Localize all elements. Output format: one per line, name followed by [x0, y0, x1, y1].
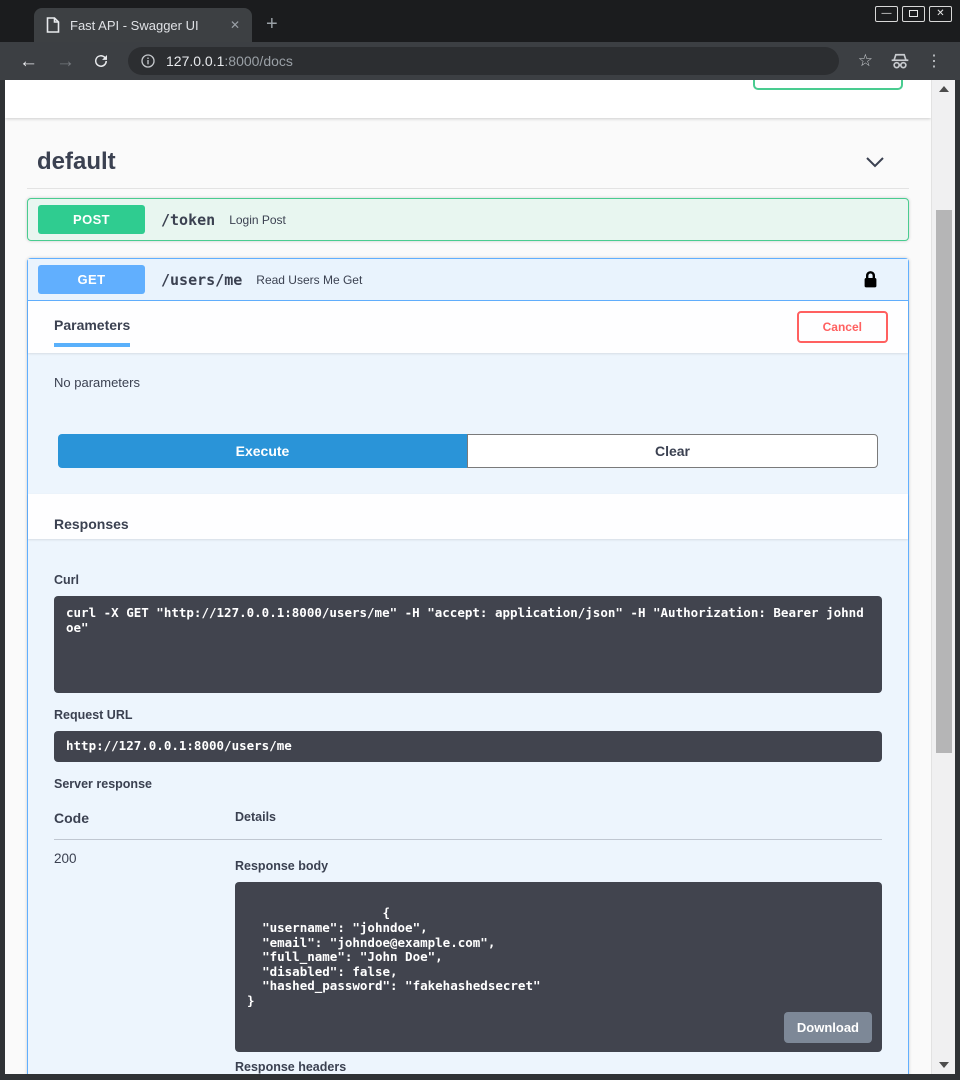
opblock-post-token: POST /token Login Post: [27, 198, 909, 241]
scrollbar-up-arrow[interactable]: [932, 82, 955, 96]
url-text: 127.0.0.1:8000/docs: [166, 53, 293, 69]
responses-title: Responses: [54, 516, 129, 532]
responses-inner: Curl curl -X GET "http://127.0.0.1:8000/…: [28, 539, 908, 1074]
response-body-json: { "username": "johndoe", "email": "johnd…: [247, 905, 541, 1008]
url-path: :8000/docs: [224, 53, 293, 69]
responses-section-header: Responses: [28, 494, 908, 539]
authorize-button[interactable]: [753, 80, 903, 90]
download-button[interactable]: Download: [784, 1012, 872, 1043]
maximize-icon: [909, 10, 918, 17]
post-method-badge: POST: [38, 205, 145, 234]
no-parameters-text: No parameters: [28, 353, 908, 414]
back-icon[interactable]: ←: [10, 52, 47, 71]
clear-button[interactable]: Clear: [467, 434, 878, 468]
close-button[interactable]: ✕: [929, 6, 952, 22]
cancel-button[interactable]: Cancel: [797, 311, 888, 343]
details-column-header: Details: [235, 810, 276, 826]
browser-window: Fast API - Swagger UI ✕ + — ✕ ← → 127.0.…: [0, 0, 960, 1080]
minimize-button[interactable]: —: [875, 6, 898, 22]
new-tab-button[interactable]: +: [266, 13, 278, 36]
code-column-header: Code: [54, 810, 235, 826]
response-row-200: 200 Response body { "username": "johndoe…: [54, 851, 882, 1074]
tab-parameters[interactable]: Parameters: [54, 317, 130, 347]
post-summary: Login Post: [229, 213, 898, 227]
opblock-summary-post[interactable]: POST /token Login Post: [28, 199, 908, 240]
server-response-label: Server response: [54, 777, 882, 791]
curl-label: Curl: [54, 573, 882, 587]
get-summary: Read Users Me Get: [256, 273, 863, 287]
chevron-down-icon[interactable]: [865, 156, 885, 168]
response-body-block: { "username": "johndoe", "email": "johnd…: [235, 882, 882, 1052]
opblock-get-users-me: GET /users/me Read Users Me Get Paramete…: [27, 258, 909, 1074]
tag-section-header[interactable]: default: [27, 148, 909, 189]
document-icon: [46, 17, 60, 33]
request-url-label: Request URL: [54, 708, 882, 722]
get-method-badge: GET: [38, 265, 145, 294]
triangle-up-icon: [939, 86, 949, 92]
window-controls: — ✕: [875, 6, 952, 22]
scheme-container: [5, 80, 931, 118]
reload-icon[interactable]: [84, 52, 118, 70]
curl-command: curl -X GET "http://127.0.0.1:8000/users…: [54, 596, 882, 693]
lock-icon[interactable]: [863, 270, 878, 289]
get-path: /users/me: [161, 271, 242, 289]
titlebar: Fast API - Swagger UI ✕ + — ✕: [0, 0, 960, 42]
scrollbar[interactable]: [931, 80, 955, 1074]
scrollbar-thumb[interactable]: [936, 210, 952, 753]
triangle-down-icon: [939, 1062, 949, 1068]
api-container: default POST /token Login Post: [5, 148, 931, 1074]
forward-icon[interactable]: →: [47, 52, 84, 71]
browser-toolbar: ← → 127.0.0.1:8000/docs ☆ ⋮: [0, 42, 960, 80]
section-title: default: [37, 148, 116, 176]
response-body-label: Response body: [235, 859, 882, 873]
status-code: 200: [54, 851, 235, 1074]
address-bar[interactable]: 127.0.0.1:8000/docs: [128, 47, 839, 75]
response-details: Response body { "username": "johndoe", "…: [235, 851, 882, 1074]
toolbar-right: ☆ ⋮: [849, 51, 950, 71]
incognito-icon[interactable]: [882, 52, 918, 70]
info-icon[interactable]: [140, 53, 156, 69]
scrollbar-down-arrow[interactable]: [932, 1058, 955, 1072]
response-headers-label: Response headers: [235, 1060, 882, 1074]
menu-dots-icon[interactable]: ⋮: [918, 51, 950, 71]
post-path: /token: [161, 211, 215, 229]
swagger-page: default POST /token Login Post: [5, 80, 931, 1074]
page-viewport: default POST /token Login Post: [5, 80, 955, 1074]
request-url-value: http://127.0.0.1:8000/users/me: [54, 731, 882, 762]
parameters-header: Parameters Cancel: [28, 301, 908, 353]
opblock-summary-get[interactable]: GET /users/me Read Users Me Get: [28, 259, 908, 301]
bookmark-star-icon[interactable]: ☆: [849, 51, 882, 71]
url-host: 127.0.0.1: [166, 53, 224, 69]
execute-button[interactable]: Execute: [58, 434, 467, 468]
response-table-header: Code Details: [54, 810, 882, 840]
execute-wrapper: Execute Clear: [28, 414, 908, 494]
tab-title: Fast API - Swagger UI: [70, 18, 226, 33]
browser-tab[interactable]: Fast API - Swagger UI ✕: [34, 8, 252, 42]
tab-close-icon[interactable]: ✕: [226, 16, 244, 34]
maximize-button[interactable]: [902, 6, 925, 22]
